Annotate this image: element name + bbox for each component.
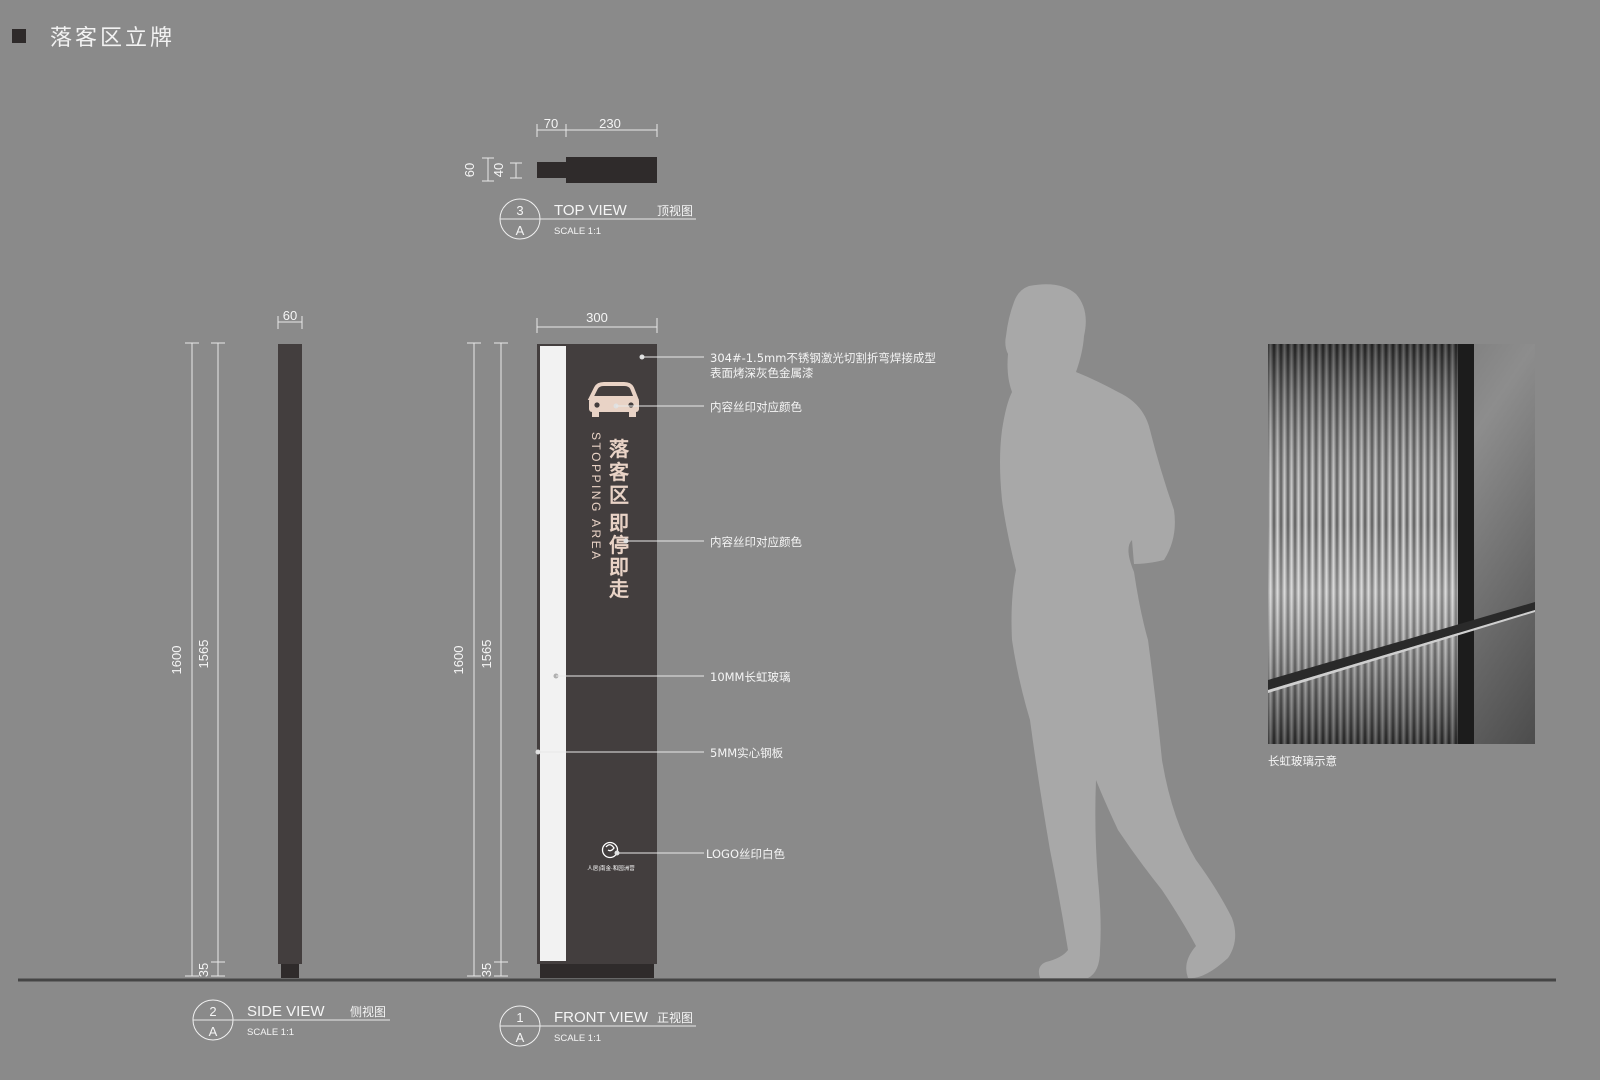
- front-view-number: 1: [516, 1010, 523, 1025]
- logo-text: 人居|南金·和园洲营: [587, 864, 635, 872]
- front-view-label: FRONT VIEW: [554, 1009, 649, 1026]
- front-view-label-cn: 正视图: [657, 1010, 693, 1025]
- top-view-number: 3: [516, 203, 523, 218]
- note-material-1: 304#-1.5mm不锈钢激光切割折弯焊接成型: [710, 351, 936, 365]
- top-dim-230: 230: [599, 116, 621, 131]
- side-view-base: [281, 964, 299, 978]
- side-view-label-cn: 侧视图: [350, 1004, 386, 1019]
- fluted-glass-photo: [1268, 344, 1535, 744]
- front-dim-1565: 1565: [479, 640, 494, 669]
- side-view-scale: SCALE 1:1: [247, 1027, 294, 1038]
- side-view-label: SIDE VIEW: [247, 1003, 325, 1020]
- top-view-label: TOP VIEW: [554, 202, 628, 219]
- human-silhouette: [1000, 284, 1236, 979]
- note-material-2: 表面烤深灰色金属漆: [710, 366, 814, 380]
- note-plate: 5MM实心钢板: [710, 746, 784, 760]
- top-view-label-cn: 顶视图: [657, 203, 693, 218]
- note-glass: 10MM长虹玻璃: [710, 670, 790, 684]
- side-view-sheet: A: [209, 1024, 218, 1039]
- side-view-number: 2: [209, 1004, 216, 1019]
- side-view: 60 1600 1565 35 2 A SIDE VIEW 侧视图 SCALE …: [169, 308, 390, 1041]
- drawing-canvas: 70 230 60 40 3 A TOP VIEW 顶视图 SCALE 1:1 …: [18, 116, 1556, 1047]
- top-view: 70 230 60 40 3 A TOP VIEW 顶视图 SCALE 1:1: [462, 116, 696, 240]
- sign-title-en: STOPPING AREA: [589, 432, 603, 562]
- side-view-body: [278, 344, 302, 964]
- top-dim-40: 40: [491, 163, 506, 177]
- sign-title-cn-1: 落客区: [608, 437, 630, 507]
- front-view-base: [540, 964, 654, 978]
- glass-strip: [540, 346, 566, 961]
- sign-title-cn-2: 即停即走: [609, 511, 629, 601]
- front-view-sheet: A: [516, 1030, 525, 1045]
- top-dim-70: 70: [544, 116, 558, 131]
- front-dim-300: 300: [586, 310, 608, 325]
- note-text-print: 内容丝印对应颜色: [710, 535, 802, 549]
- top-view-glass-section: [537, 162, 567, 178]
- front-view: 300 1600 1565 35 STOPPING AREA 落客区 即停即走: [451, 310, 696, 1047]
- front-view-scale: SCALE 1:1: [554, 1033, 601, 1044]
- note-logo: LOGO丝印白色: [706, 847, 786, 861]
- top-view-sheet: A: [516, 223, 525, 238]
- side-dim-60: 60: [283, 308, 297, 323]
- photo-caption: 长虹玻璃示意: [1268, 754, 1337, 768]
- front-dim-35: 35: [479, 963, 494, 977]
- side-dim-1565: 1565: [196, 640, 211, 669]
- side-dim-35: 35: [196, 963, 211, 977]
- front-dim-1600: 1600: [451, 646, 466, 675]
- side-dim-1600: 1600: [169, 646, 184, 675]
- top-dim-60: 60: [462, 163, 477, 177]
- top-view-body-section: [566, 157, 657, 183]
- top-view-scale: SCALE 1:1: [554, 226, 601, 237]
- note-icon-print: 内容丝印对应颜色: [710, 400, 802, 414]
